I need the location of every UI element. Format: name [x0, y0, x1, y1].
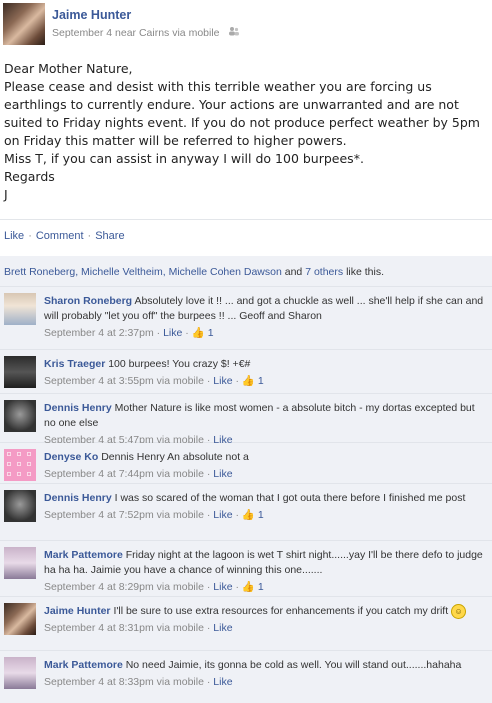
- post-line: Regards: [4, 169, 55, 184]
- avatar[interactable]: [4, 603, 36, 635]
- post-meta: September 4 near Cairns via mobile: [52, 26, 240, 39]
- comment-like-count[interactable]: 1: [258, 509, 264, 521]
- comment: Sharon Roneberg Absolutely love it !! ..…: [0, 287, 492, 350]
- comment-like-count[interactable]: 1: [258, 375, 264, 387]
- like-link[interactable]: Like: [4, 230, 24, 242]
- comment: Kris Traeger 100 burpees! You crazy $! +…: [0, 350, 492, 394]
- likes-suffix: like this.: [346, 266, 384, 278]
- thumbs-up-icon[interactable]: 👍: [242, 375, 255, 387]
- comment-author[interactable]: Mark Pattemore: [44, 659, 123, 671]
- comment-author[interactable]: Mark Pattemore: [44, 549, 123, 561]
- comment-author[interactable]: Jaime Hunter: [44, 605, 111, 617]
- post-actions: Like · Comment · Share: [4, 230, 125, 242]
- comment-author[interactable]: Sharon Roneberg: [44, 295, 132, 307]
- post-author[interactable]: Jaime Hunter: [52, 8, 131, 22]
- comment-time[interactable]: September 4 at 8:29pm: [44, 581, 154, 593]
- comment-meta: September 4 at 2:37pm · Like · 👍 1: [44, 327, 214, 339]
- smiley-icon: ☺: [451, 604, 467, 619]
- thumbs-up-icon[interactable]: 👍: [192, 327, 205, 339]
- comment: Dennis Henry Mother Nature is like most …: [0, 394, 492, 446]
- likes-bar: Brett Roneberg, Michelle Veltheim, Miche…: [0, 256, 492, 287]
- comment-time[interactable]: September 4 at 3:55pm: [44, 375, 154, 387]
- comment-via: via mobile: [156, 676, 204, 688]
- comment-time[interactable]: September 4 at 8:31pm: [44, 622, 154, 634]
- comment-meta: September 4 at 8:29pm via mobile · Like …: [44, 581, 264, 593]
- comment-meta: September 4 at 7:52pm via mobile · Like …: [44, 509, 264, 521]
- comment: Dennis Henry I was so scared of the woma…: [0, 484, 492, 541]
- comment-text: I was so scared of the woman that I got …: [114, 492, 466, 504]
- comment-like-count[interactable]: 1: [208, 327, 214, 339]
- likers-names[interactable]: Brett Roneberg, Michelle Veltheim, Miche…: [4, 266, 282, 278]
- post-meta-text: September 4 near Cairns via mobile: [52, 27, 220, 39]
- comment-author[interactable]: Kris Traeger: [44, 358, 105, 370]
- comment-via: via mobile: [156, 622, 204, 634]
- comment-time[interactable]: September 4 at 7:52pm: [44, 509, 154, 521]
- comment-like-link[interactable]: Like: [213, 622, 232, 634]
- comment-link[interactable]: Comment: [36, 230, 84, 242]
- comment-text: No need Jaimie, its gonna be cold as wel…: [125, 659, 462, 671]
- comment-text: I'll be sure to use extra resources for …: [113, 605, 449, 617]
- comment: Mark Pattemore No need Jaimie, its gonna…: [0, 651, 492, 703]
- comment-via: via mobile: [156, 509, 204, 521]
- comment-via: via mobile: [156, 581, 204, 593]
- comment-like-link[interactable]: Like: [213, 468, 232, 480]
- avatar[interactable]: [3, 3, 45, 45]
- post-header: Jaime Hunter September 4 near Cairns via…: [0, 0, 492, 48]
- avatar[interactable]: [4, 400, 36, 432]
- comment-meta: September 4 at 8:31pm via mobile · Like: [44, 622, 233, 634]
- avatar[interactable]: [4, 657, 36, 689]
- comment-text: Dennis Henry An absolute not a: [101, 451, 249, 463]
- comment-like-link[interactable]: Like: [213, 509, 232, 521]
- divider: [0, 219, 492, 220]
- share-link[interactable]: Share: [95, 230, 124, 242]
- comment: Jaime Hunter I'll be sure to use extra r…: [0, 597, 492, 651]
- likes-and: and: [284, 266, 303, 278]
- comment-time[interactable]: September 4 at 8:33pm: [44, 676, 154, 688]
- avatar[interactable]: [4, 449, 36, 481]
- avatar[interactable]: [4, 356, 36, 388]
- comment-via: via mobile: [156, 375, 204, 387]
- post-line: J: [4, 187, 8, 202]
- comment-meta: September 4 at 3:55pm via mobile · Like …: [44, 375, 264, 387]
- comment-text: 100 burpees! You crazy $! +€#: [108, 358, 251, 370]
- comment-like-link[interactable]: Like: [163, 327, 182, 339]
- thumbs-up-icon[interactable]: 👍: [242, 581, 255, 593]
- avatar[interactable]: [4, 293, 36, 325]
- likes-text: Brett Roneberg, Michelle Veltheim, Miche…: [4, 266, 384, 278]
- likes-others-link[interactable]: 7 others: [305, 266, 343, 278]
- comment: Denyse Ko Dennis Henry An absolute not a…: [0, 443, 492, 484]
- comment-via: via mobile: [156, 468, 204, 480]
- post-line: Please cease and desist with this terrib…: [4, 79, 484, 148]
- comment-like-link[interactable]: Like: [213, 676, 232, 688]
- separator: ·: [28, 230, 32, 242]
- avatar[interactable]: [4, 490, 36, 522]
- comment-like-link[interactable]: Like: [213, 375, 232, 387]
- comment-meta: September 4 at 8:33pm via mobile · Like: [44, 676, 233, 688]
- post-line: Dear Mother Nature,: [4, 61, 133, 76]
- comment-author[interactable]: Dennis Henry: [44, 402, 112, 414]
- separator: ·: [87, 230, 92, 242]
- comment-like-link[interactable]: Like: [213, 581, 232, 593]
- thumbs-up-icon[interactable]: 👍: [242, 509, 255, 521]
- comment-time[interactable]: September 4 at 2:37pm: [44, 327, 154, 339]
- avatar[interactable]: [4, 547, 36, 579]
- comment-author[interactable]: Dennis Henry: [44, 492, 112, 504]
- comment-meta: September 4 at 7:44pm via mobile · Like: [44, 468, 233, 480]
- friends-icon: [228, 26, 240, 39]
- comment-author[interactable]: Denyse Ko: [44, 451, 98, 463]
- comment: Mark Pattemore Friday night at the lagoo…: [0, 541, 492, 597]
- post-body: Dear Mother Nature, Please cease and des…: [4, 60, 488, 204]
- post-line: Miss T, if you can assist in anyway I wi…: [4, 151, 364, 166]
- comment-like-count[interactable]: 1: [258, 581, 264, 593]
- comment-time[interactable]: September 4 at 7:44pm: [44, 468, 154, 480]
